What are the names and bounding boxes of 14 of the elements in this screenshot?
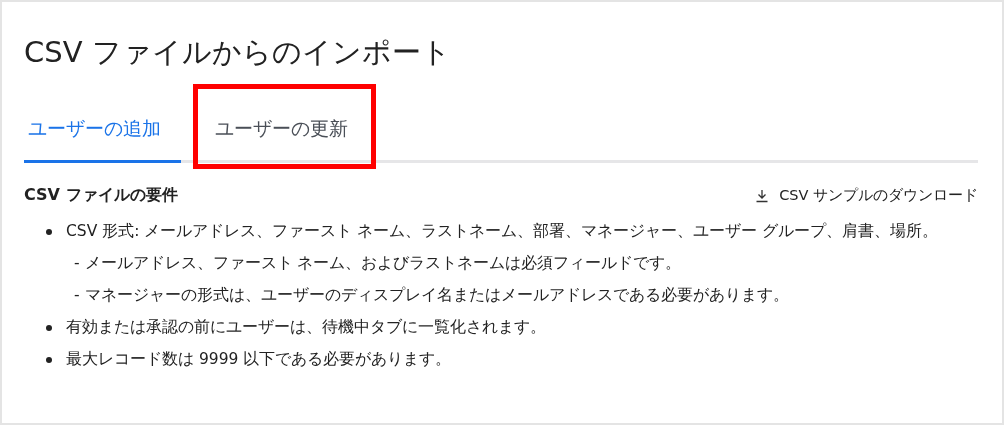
download-link[interactable]: CSV サンプルのダウンロード [755, 186, 978, 205]
bullet-dot [46, 357, 52, 363]
requirement-text: CSV 形式: メールアドレス、ファースト ネーム、ラストネーム、部署、マネージャー、ユーザー グループ、肩書、場所。 [66, 221, 939, 242]
bullet-dot [46, 229, 52, 235]
requirement-note: - メールアドレス、ファースト ネーム、およびラストネームは必須フィールドです。 [74, 254, 682, 272]
requirement-text: 有効または承認の前にユーザーは、待機中タブに一覧化されます。 [66, 317, 546, 338]
tab[interactable]: ユーザーの更新 [181, 108, 368, 163]
dialog-title: CSV ファイルからのインポート [24, 34, 452, 71]
section-heading: CSV ファイルの要件 [24, 185, 178, 206]
requirement-text: 最大レコード数は 9999 以下である必要があります。 [66, 349, 452, 370]
bullet-dot [46, 325, 52, 331]
download-icon [755, 188, 770, 203]
tab[interactable]: ユーザーの追加 [24, 108, 181, 163]
requirement-note: - マネージャーの形式は、ユーザーのディスプレイ名またはメールアドレスである必要があります。 [74, 286, 789, 304]
